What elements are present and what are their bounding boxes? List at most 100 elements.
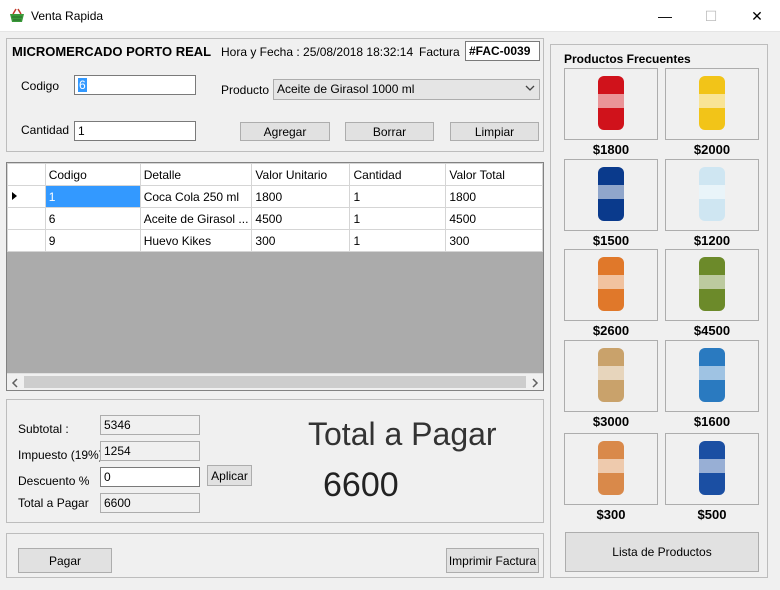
invoice-label: Factura [419,45,460,59]
product-price: $1500 [592,233,630,248]
product-price: $1200 [693,233,731,248]
row-header[interactable] [7,229,46,252]
column-header[interactable]: Valor Unitario [251,163,351,186]
agregar-button[interactable]: Agregar [240,122,330,141]
table-cell[interactable]: 6 [44,207,141,230]
producto-select[interactable]: Aceite de Girasol 1000 ml [273,79,540,100]
producto-selected: Aceite de Girasol 1000 ml [277,82,415,96]
scroll-right-icon[interactable] [531,377,539,390]
table-cell[interactable]: 1 [349,207,447,230]
imprimir-factura-button[interactable]: Imprimir Factura [446,548,539,573]
product-price: $2000 [693,142,731,157]
table-cell[interactable]: 1 [349,229,447,252]
producto-label: Producto [221,83,270,97]
scroll-thumb[interactable] [24,376,526,388]
column-header[interactable]: Detalle [139,163,253,186]
product-tile[interactable] [564,340,658,412]
product-tile[interactable] [665,340,759,412]
oil-bottle-icon [682,253,742,318]
cantidad-input[interactable]: 1 [74,121,196,141]
hen-eggs-icon [581,437,641,502]
total-field: 6600 [100,493,200,513]
maximize-button[interactable]: ☐ [688,0,734,32]
product-tile[interactable] [564,433,658,505]
water-bottle-icon [682,163,742,228]
chevron-down-icon [525,82,535,96]
impuesto-label: Impuesto (19%) [18,448,103,462]
horizontal-scrollbar[interactable] [7,373,543,390]
product-price: $3000 [592,414,630,429]
sale-items-grid[interactable]: Codigo Detalle Valor Unitario Cantidad V… [6,162,544,391]
column-header[interactable]: Codigo [44,163,141,186]
chips-bag-icon [581,253,641,318]
basket-icon [9,8,25,24]
la-muneca-logo-icon [682,344,742,409]
frequent-title: Productos Frecuentes [564,52,691,66]
total-heading: Total a Pagar [308,416,497,452]
row-header-selected[interactable] [7,185,46,208]
table-cell[interactable]: 4500 [251,207,351,230]
table-cell[interactable]: Huevo Kikes [139,229,253,252]
table-cell[interactable]: 1 [349,185,447,208]
product-tile[interactable] [665,159,759,231]
table-cell[interactable]: 4500 [445,207,543,230]
row-header-corner [7,163,46,186]
product-price: $1800 [592,142,630,157]
total-label: Total a Pagar [18,496,89,510]
total-amount: 6600 [323,466,399,504]
window-title: Venta Rapida [31,9,104,23]
product-tile[interactable] [564,159,658,231]
subtotal-field: 5346 [100,415,200,435]
grid-header-row: Codigo Detalle Valor Unitario Cantidad V… [7,163,543,186]
table-cell[interactable]: 1800 [251,185,351,208]
borrar-button[interactable]: Borrar [345,122,434,141]
descuento-input[interactable]: 0 [100,467,200,487]
table-row[interactable]: 6 Aceite de Girasol ... 4500 1 4500 [7,207,543,230]
pagar-button[interactable]: Pagar [18,548,112,573]
codigo-input[interactable]: 6 [74,75,196,95]
cantidad-label: Cantidad [21,123,70,137]
table-cell[interactable]: 1800 [445,185,543,208]
table-cell[interactable]: 9 [44,229,141,252]
row-pointer-icon [12,191,17,200]
column-header[interactable]: Cantidad [349,163,447,186]
impuesto-field: 1254 [100,441,200,461]
product-tile[interactable] [665,249,759,321]
product-price: $300 [596,507,626,522]
store-name: MICROMERCADO PORTO REAL [12,44,212,59]
product-tile[interactable] [665,68,759,140]
product-price: $500 [697,507,727,522]
table-row[interactable]: 1 Coca Cola 250 ml 1800 1 1800 [7,185,543,208]
close-button[interactable]: ✕ [734,0,780,32]
row-header[interactable] [7,207,46,230]
minimize-button[interactable]: — [642,0,688,32]
product-tile[interactable] [564,249,658,321]
lista-productos-button[interactable]: Lista de Productos [565,532,759,572]
limpiar-button[interactable]: Limpiar [450,122,539,141]
product-tile[interactable] [665,433,759,505]
codigo-value: 6 [78,78,87,92]
table-cell[interactable]: 1 [44,185,141,208]
table-cell[interactable]: Coca Cola 250 ml [139,185,253,208]
table-cell[interactable]: 300 [445,229,543,252]
descuento-label: Descuento % [18,474,90,488]
jet-chocolate-bar-icon [682,437,742,502]
datetime-label: Hora y Fecha : 25/08/2018 18:32:14 [221,45,414,59]
scroll-left-icon[interactable] [11,377,19,390]
column-header[interactable]: Valor Total [445,163,543,186]
table-cell[interactable]: Aceite de Girasol ... [139,207,253,230]
invoice-number: #FAC-0039 [465,41,540,61]
aplicar-button[interactable]: Aplicar [207,465,252,486]
subtotal-label: Subtotal : [18,422,69,436]
table-row[interactable]: 9 Huevo Kikes 300 1 300 [7,229,543,252]
product-price: $2600 [592,323,630,338]
bread-bag-icon [581,344,641,409]
codigo-label: Codigo [21,79,60,93]
pepsi-can-icon [581,163,641,228]
product-price: $1600 [693,414,731,429]
coca-cola-can-icon [581,72,641,137]
aguila-beer-can-icon [682,72,742,137]
product-price: $4500 [693,323,731,338]
product-tile[interactable] [564,68,658,140]
table-cell[interactable]: 300 [251,229,351,252]
